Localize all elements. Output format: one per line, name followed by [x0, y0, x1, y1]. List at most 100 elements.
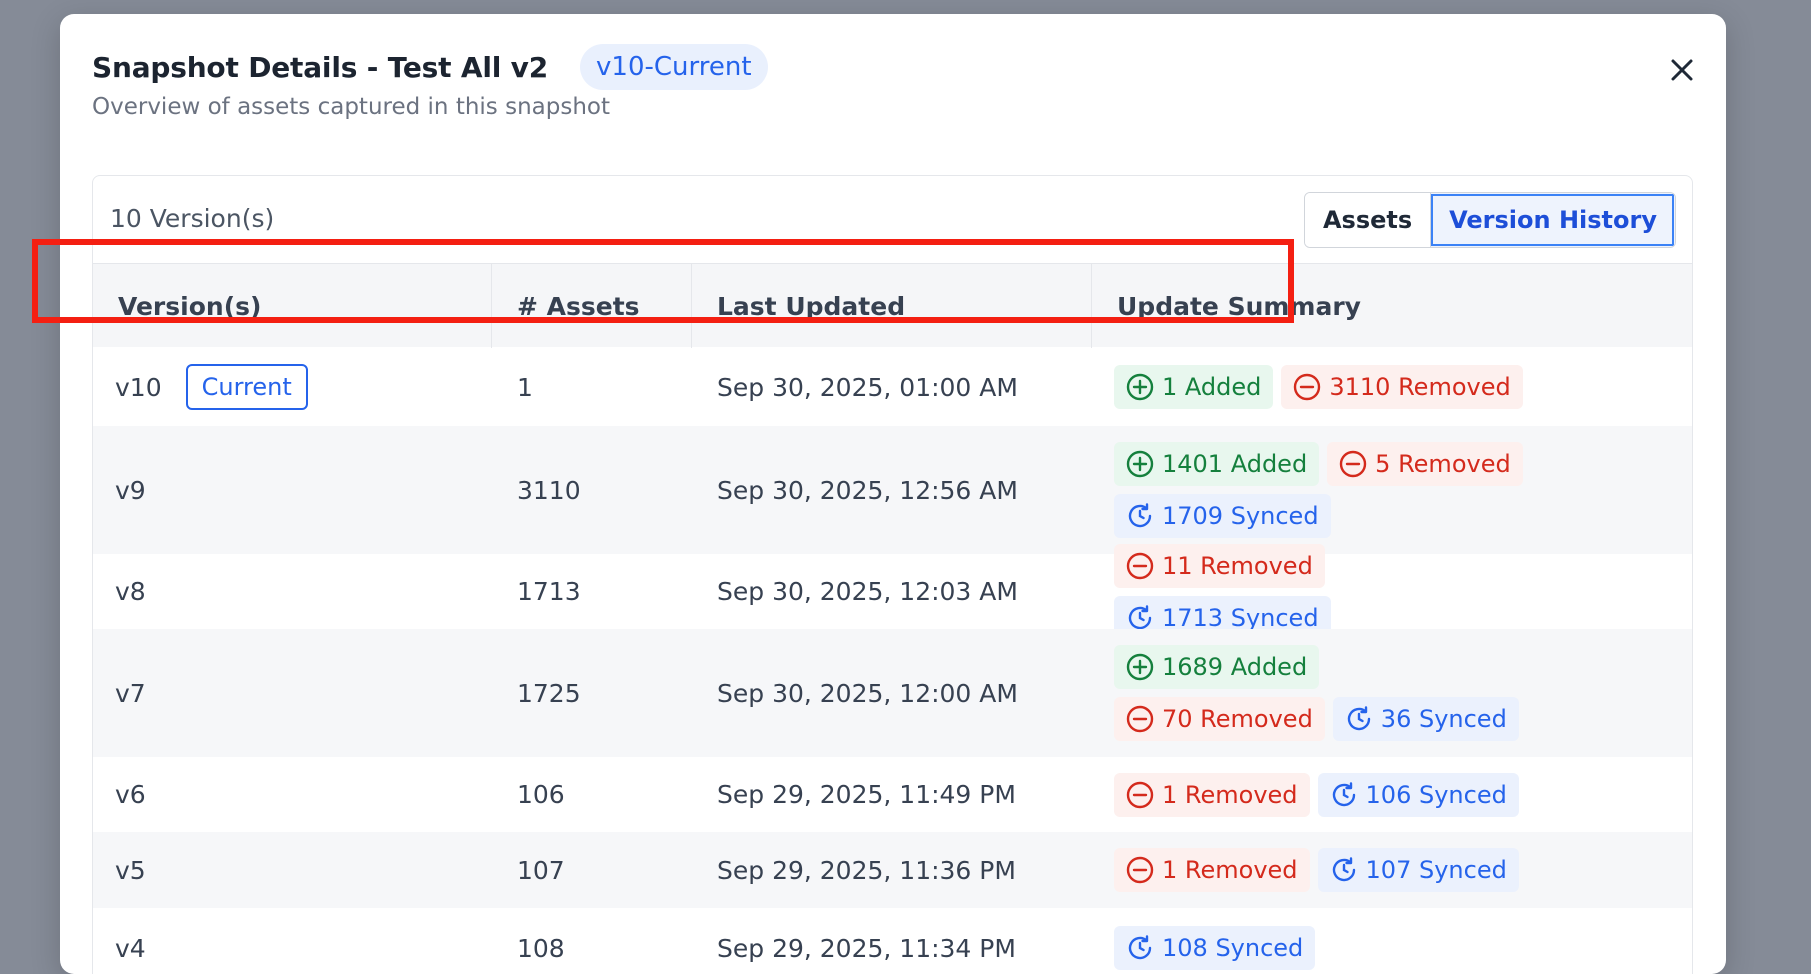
synced-chip-label: 1709 Synced: [1162, 502, 1319, 530]
update-summary-cell: 11 Removed 1713 Synced: [1114, 543, 1534, 640]
removed-chip-label: 5 Removed: [1375, 450, 1511, 478]
removed-chip: 5 Removed: [1327, 442, 1523, 486]
removed-chip: 3110 Removed: [1281, 365, 1523, 409]
last-updated-cell: Sep 30, 2025, 12:03 AM: [717, 577, 1018, 606]
asset-count-cell: 1: [517, 372, 533, 402]
table-row[interactable]: v9 3110 Sep 30, 2025, 12:56 AM 1401 Added 5 …: [93, 426, 1692, 554]
table-header: Version(s) # Assets Last Updated Update …: [93, 263, 1692, 348]
version-cell: v8: [115, 554, 146, 629]
version-label: v6: [115, 780, 146, 809]
tab-version-history[interactable]: Version History: [1430, 193, 1675, 247]
update-summary-cell: 1689 Added 70 Removed 36 Synced: [1114, 629, 1534, 757]
minus-circle-icon: [1126, 856, 1154, 884]
plus-circle-icon: [1126, 373, 1154, 401]
version-panel: 10 Version(s) Assets Version History Ver…: [92, 175, 1693, 974]
synced-chip-label: 36 Synced: [1380, 705, 1507, 733]
update-summary-cell: 1401 Added 5 Removed 1709 Synced: [1114, 426, 1534, 554]
update-summary-cell: 1 Added 3110 Removed: [1114, 348, 1534, 426]
version-cell: v9: [115, 426, 146, 554]
added-chip-label: 1401 Added: [1162, 450, 1308, 478]
modal-subtitle: Overview of assets captured in this snap…: [92, 94, 611, 120]
removed-chip: 70 Removed: [1114, 697, 1325, 741]
version-cell: v5: [115, 832, 146, 908]
added-chip: 1689 Added: [1114, 645, 1320, 689]
version-cell: v6: [115, 757, 146, 832]
plus-circle-icon: [1126, 653, 1154, 681]
table-row[interactable]: v10 Current 1 Sep 30, 2025, 01:00 AM 1 Added…: [93, 348, 1692, 426]
update-summary-cell: 108 Synced: [1114, 908, 1534, 974]
last-updated-cell: Sep 30, 2025, 12:56 AM: [717, 475, 1018, 505]
close-icon: [1671, 59, 1693, 81]
panel-toolbar: 10 Version(s) Assets Version History: [93, 176, 1692, 262]
version-cell: v4: [115, 908, 146, 974]
synced-chip: 108 Synced: [1114, 926, 1316, 970]
modal-title: Snapshot Details - Test All v2: [92, 50, 549, 84]
synced-chip: 1709 Synced: [1114, 494, 1331, 538]
version-label: v4: [115, 933, 146, 963]
sync-clock-icon: [1332, 857, 1355, 882]
minus-circle-icon: [1339, 450, 1367, 478]
minus-circle-icon: [1126, 705, 1154, 733]
current-badge: Current: [185, 364, 308, 410]
table-row[interactable]: v4 108 Sep 29, 2025, 11:34 PM 108 Synced: [93, 908, 1692, 974]
synced-chip-label: 106 Synced: [1365, 780, 1507, 809]
sync-clock-icon: [1347, 706, 1370, 731]
minus-circle-icon: [1294, 373, 1321, 401]
version-label: v8: [115, 577, 146, 606]
minus-circle-icon: [1126, 781, 1154, 808]
version-count: 10 Version(s): [110, 204, 275, 233]
removed-chip: 11 Removed: [1114, 543, 1325, 588]
table-row[interactable]: v6 106 Sep 29, 2025, 11:49 PM 1 Removed 106 …: [93, 757, 1692, 832]
asset-count-cell: 3110: [517, 475, 581, 505]
removed-chip-label: 3110 Removed: [1329, 373, 1511, 401]
update-summary-cell: 1 Removed 107 Synced: [1114, 832, 1534, 908]
table-row[interactable]: v5 107 Sep 29, 2025, 11:36 PM 1 Removed 107 …: [93, 832, 1692, 908]
last-updated-cell: Sep 30, 2025, 12:00 AM: [717, 678, 1018, 708]
snapshot-details-modal: Snapshot Details - Test All v2 v10-Curre…: [60, 14, 1726, 974]
last-updated-cell: Sep 29, 2025, 11:36 PM: [717, 855, 1016, 885]
title-row: Snapshot Details - Test All v2 v10-Curre…: [92, 44, 1694, 90]
version-cell: v7: [115, 629, 146, 757]
synced-chip: 107 Synced: [1317, 848, 1519, 892]
version-label: v5: [115, 855, 146, 885]
table-row[interactable]: v8 1713 Sep 30, 2025, 12:03 AM 11 Removed 17…: [93, 543, 1692, 640]
version-cell: v10 Current: [115, 348, 308, 426]
sync-clock-icon: [1128, 604, 1152, 629]
synced-chip: 36 Synced: [1332, 697, 1519, 741]
column-header-assets[interactable]: # Assets: [492, 264, 692, 348]
last-updated-cell: Sep 30, 2025, 01:00 AM: [717, 372, 1018, 402]
update-summary-cell: 1 Removed 106 Synced: [1114, 757, 1534, 832]
view-toggle: Assets Version History: [1303, 192, 1676, 248]
current-version-chip: v10-Current: [580, 44, 768, 90]
version-label: v9: [115, 475, 146, 505]
synced-chip-label: 1713 Synced: [1162, 603, 1319, 632]
removed-chip-label: 1 Removed: [1162, 856, 1298, 884]
plus-circle-icon: [1126, 450, 1154, 478]
tab-assets[interactable]: Assets: [1304, 193, 1431, 247]
table-row[interactable]: v7 1725 Sep 30, 2025, 12:00 AM 1689 Added 70…: [93, 629, 1692, 757]
sync-clock-icon: [1128, 503, 1152, 528]
asset-count-cell: 107: [517, 855, 565, 885]
added-chip-label: 1689 Added: [1162, 653, 1308, 681]
last-updated-cell: Sep 29, 2025, 11:34 PM: [717, 933, 1016, 963]
synced-chip: 106 Synced: [1317, 772, 1519, 817]
column-header-last-updated[interactable]: Last Updated: [692, 264, 1092, 348]
column-header-update-summary[interactable]: Update Summary: [1092, 264, 1692, 348]
removed-chip: 1 Removed: [1114, 772, 1310, 817]
sync-clock-icon: [1128, 935, 1152, 960]
added-chip-label: 1 Added: [1162, 373, 1262, 401]
synced-chip-label: 107 Synced: [1365, 856, 1507, 884]
last-updated-cell: Sep 29, 2025, 11:49 PM: [717, 780, 1016, 809]
asset-count-cell: 108: [517, 933, 565, 963]
removed-chip: 1 Removed: [1114, 848, 1310, 892]
asset-count-cell: 106: [517, 780, 565, 809]
asset-count-cell: 1713: [517, 577, 581, 606]
removed-chip-label: 11 Removed: [1162, 551, 1313, 580]
removed-chip-label: 70 Removed: [1162, 705, 1313, 733]
column-header-versions[interactable]: Version(s): [93, 264, 492, 348]
version-label: v10: [115, 372, 162, 402]
asset-count-cell: 1725: [517, 678, 581, 708]
minus-circle-icon: [1126, 552, 1154, 579]
added-chip: 1401 Added: [1114, 442, 1320, 486]
close-button[interactable]: [1662, 50, 1702, 90]
